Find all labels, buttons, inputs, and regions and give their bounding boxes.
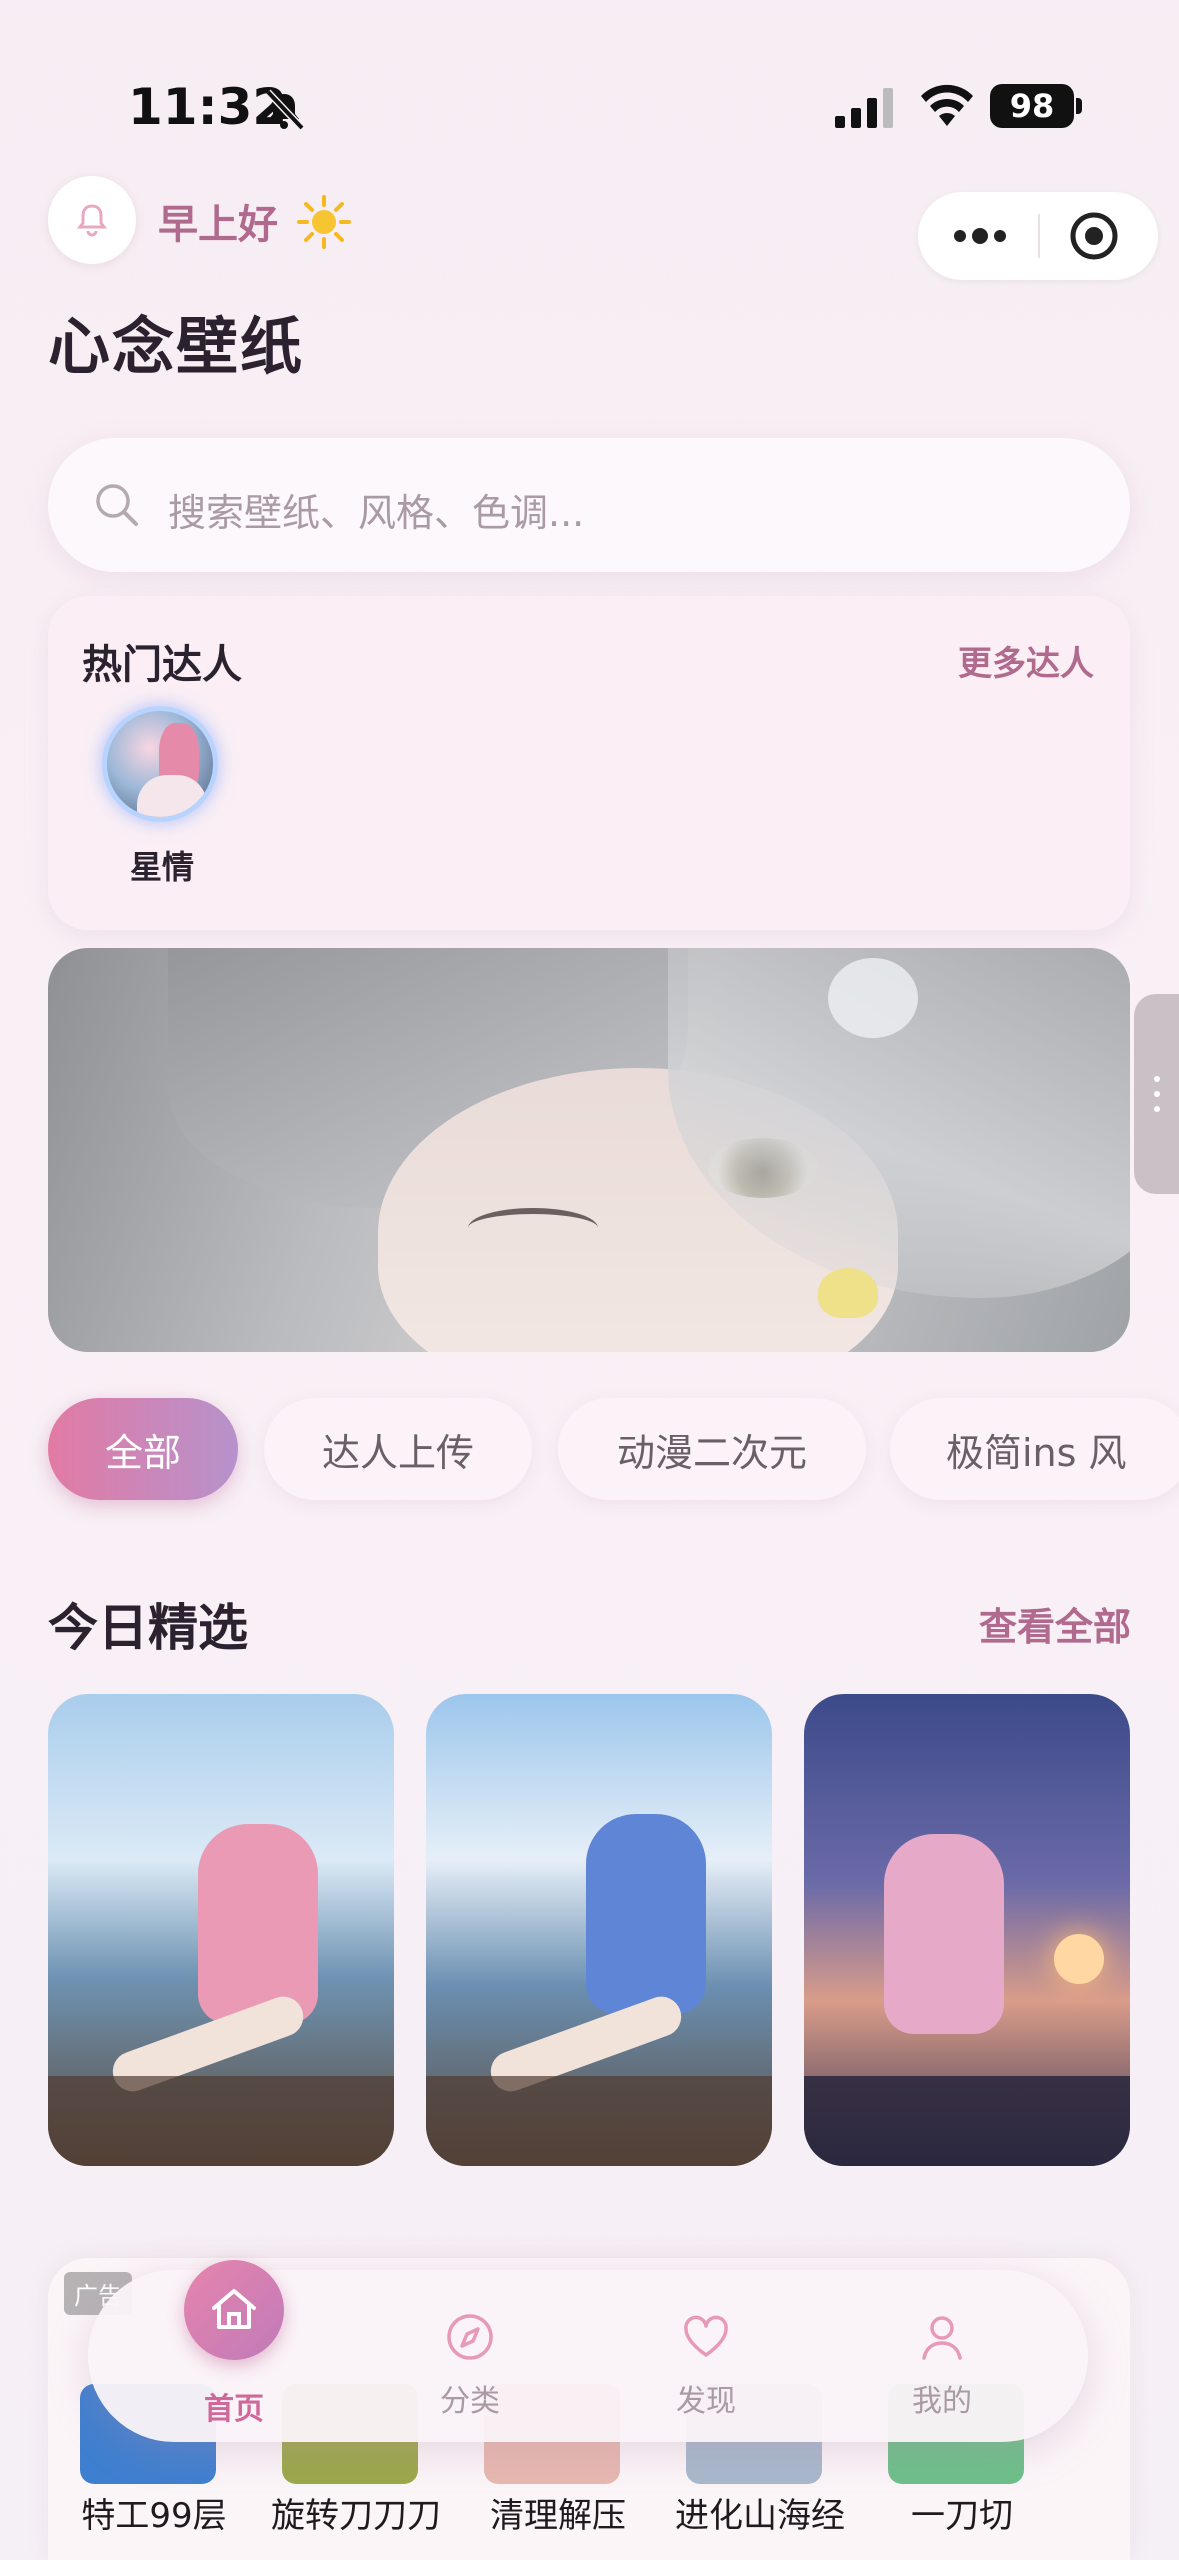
notification-button[interactable] bbox=[48, 176, 136, 264]
search-placeholder: 搜索壁纸、风格、色调... bbox=[168, 491, 585, 535]
nav-label: 我的 bbox=[912, 2384, 972, 2419]
nav-discover[interactable]: 发现 bbox=[616, 2270, 796, 2442]
miniprogram-capsule bbox=[918, 192, 1158, 280]
tab-minimal-ins[interactable]: 极简ins 风 bbox=[890, 1398, 1179, 1500]
signal-icon bbox=[835, 88, 893, 128]
ad-game-label: 特工99层 bbox=[81, 2496, 227, 2536]
search-icon bbox=[96, 484, 138, 526]
bell-icon bbox=[77, 204, 107, 237]
user-icon bbox=[922, 2316, 962, 2360]
more-creators-link[interactable]: 更多达人 bbox=[958, 636, 1094, 685]
ad-game-label: 一刀切 bbox=[911, 2496, 1013, 2536]
sun-icon bbox=[297, 195, 351, 249]
nav-category[interactable]: 分类 bbox=[380, 2270, 560, 2442]
nav-home[interactable]: 首页 bbox=[88, 2260, 284, 2442]
popular-creators-card: 热门达人 更多达人 星情 bbox=[48, 596, 1130, 930]
battery-level: 98 bbox=[990, 84, 1074, 128]
bottom-tab-bar: 首页 分类 发现 我的 bbox=[88, 2260, 1088, 2442]
nav-label: 首页 bbox=[204, 2392, 264, 2427]
tab-creator-uploads[interactable]: 达人上传 bbox=[264, 1398, 532, 1500]
close-target-icon[interactable] bbox=[1068, 210, 1120, 262]
tab-all[interactable]: 全部 bbox=[48, 1398, 238, 1500]
nav-profile[interactable]: 我的 bbox=[852, 2270, 1032, 2442]
ad-game-label: 清理解压 bbox=[490, 2496, 626, 2536]
creator-name[interactable]: 星情 bbox=[130, 842, 194, 888]
ad-game-label: 旋转刀刀刀 bbox=[271, 2496, 441, 2536]
heart-icon bbox=[684, 2315, 728, 2357]
app-title: 心念壁纸 bbox=[48, 310, 305, 383]
creators-title: 热门达人 bbox=[82, 642, 242, 688]
category-tabs: 全部 达人上传 动漫二次元 极简ins 风 bbox=[48, 1398, 1179, 1500]
nav-label: 分类 bbox=[440, 2384, 500, 2419]
greeting-text: 早上好 bbox=[158, 202, 278, 248]
wallpaper-card[interactable] bbox=[804, 1694, 1130, 2166]
view-all-link[interactable]: 查看全部 bbox=[979, 1596, 1131, 1651]
battery-icon: 98 bbox=[990, 84, 1082, 128]
banner-image[interactable] bbox=[48, 948, 1130, 1352]
status-bar: 11:32 98 bbox=[0, 0, 1179, 200]
more-icon[interactable] bbox=[948, 216, 1012, 256]
search-input[interactable]: 搜索壁纸、风格、色调... bbox=[48, 438, 1130, 572]
ad-game-label: 进化山海经 bbox=[675, 2496, 845, 2536]
creator-avatar[interactable] bbox=[102, 706, 218, 822]
side-drawer-handle[interactable] bbox=[1134, 994, 1179, 1194]
compass-icon bbox=[447, 2314, 493, 2360]
today-picks-title: 今日精选 bbox=[48, 1599, 248, 1657]
bell-muted-icon bbox=[265, 89, 305, 131]
home-icon bbox=[184, 2260, 284, 2360]
wallpaper-card[interactable] bbox=[426, 1694, 772, 2166]
wifi-icon bbox=[921, 84, 973, 126]
wallpaper-card[interactable] bbox=[48, 1694, 394, 2166]
nav-label: 发现 bbox=[676, 2384, 736, 2419]
tab-anime[interactable]: 动漫二次元 bbox=[558, 1398, 866, 1500]
vertical-dots-icon bbox=[1154, 1076, 1160, 1112]
